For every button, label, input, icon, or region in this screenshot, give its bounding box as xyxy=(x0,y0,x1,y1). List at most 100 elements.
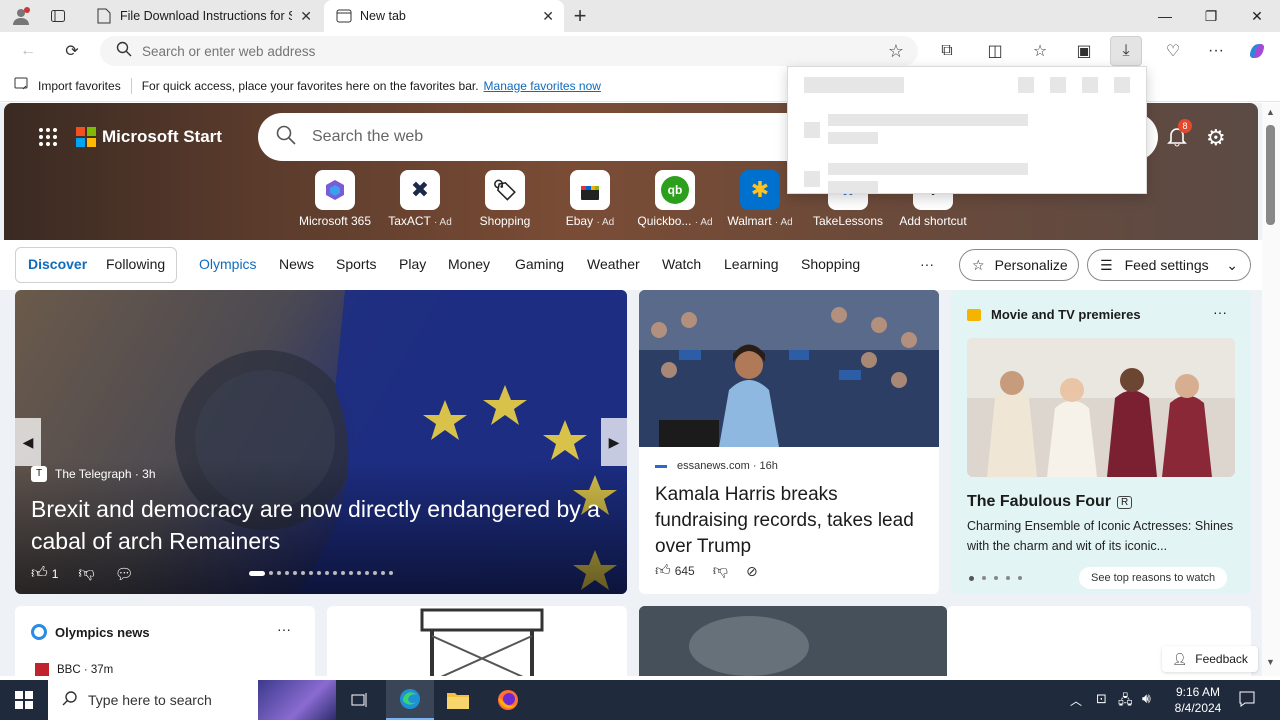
tab-shopping[interactable]: Shopping xyxy=(801,256,860,272)
tab-olympics[interactable]: Olympics xyxy=(199,256,257,272)
edge-taskbar-icon[interactable] xyxy=(386,680,434,720)
quick-link-taxact[interactable]: ✖ TaxACT · Ad xyxy=(377,170,463,228)
carousel-dot[interactable] xyxy=(277,571,281,575)
carousel-dot[interactable] xyxy=(269,571,273,575)
new-tab-button[interactable]: + xyxy=(568,4,592,28)
carousel-dot[interactable] xyxy=(982,576,986,580)
carousel-dot[interactable] xyxy=(325,571,329,575)
address-input[interactable] xyxy=(142,43,842,59)
firefox-icon[interactable] xyxy=(484,680,532,720)
carousel-prev-button[interactable]: ◀ xyxy=(15,418,41,466)
carousel-dot[interactable] xyxy=(373,571,377,575)
comments-disabled-icon[interactable]: ⊘ xyxy=(746,563,758,580)
tab-file-download[interactable]: File Download Instructions for Sa ✕ xyxy=(84,0,322,32)
split-screen-icon[interactable]: ◫ xyxy=(979,36,1011,66)
favorites-icon[interactable]: ☆ xyxy=(1024,36,1056,66)
comment-icon[interactable]: 💬︎ xyxy=(115,565,134,583)
carousel-next-button[interactable]: ▶ xyxy=(601,418,627,466)
downloads-icon[interactable]: ⤓ xyxy=(1110,36,1142,66)
tab-discover[interactable]: Discover xyxy=(28,256,87,272)
minimize-button[interactable]: — xyxy=(1142,0,1188,32)
movie-title[interactable]: The Fabulous Four xyxy=(967,493,1111,511)
back-button[interactable]: ← xyxy=(12,36,44,66)
carousel-dot[interactable] xyxy=(285,571,289,575)
microsoft-logo[interactable]: Microsoft Start xyxy=(76,127,222,147)
see-top-reasons-button[interactable]: See top reasons to watch xyxy=(1079,567,1228,589)
image-card[interactable] xyxy=(639,606,947,676)
quick-link-microsoft-365[interactable]: Microsoft 365 xyxy=(292,170,378,228)
tab-following[interactable]: Following xyxy=(106,256,165,272)
start-button[interactable] xyxy=(0,680,48,720)
tray-chevron-icon[interactable]: ︿ xyxy=(1070,692,1082,709)
carousel-dot[interactable] xyxy=(309,571,313,575)
feed-settings-button[interactable]: ☰ Feed settings ⌄ xyxy=(1087,249,1251,281)
dislike-icon[interactable]: 👎︎ xyxy=(78,564,94,583)
quick-link-quickbooks[interactable]: qb Quickbo... · Ad xyxy=(632,170,718,228)
carousel-dot[interactable] xyxy=(357,571,361,575)
apps-launcher-icon[interactable] xyxy=(38,127,58,147)
file-explorer-icon[interactable] xyxy=(434,680,482,720)
clock[interactable]: 9:16 AM 8/4/2024 xyxy=(1166,684,1230,716)
address-bar[interactable]: ☆ xyxy=(100,36,918,66)
restore-button[interactable]: ❐ xyxy=(1188,0,1234,32)
profile-icon[interactable] xyxy=(10,6,32,26)
olympics-news-card[interactable]: Olympics news ··· BBC · 37m xyxy=(15,606,315,676)
carousel-dot[interactable] xyxy=(333,571,337,575)
close-tab-icon[interactable]: ✕ xyxy=(300,8,312,25)
carousel-dot[interactable] xyxy=(994,576,998,580)
quick-link-ebay[interactable]: Ebay · Ad xyxy=(547,170,633,228)
scroll-down-arrow[interactable]: ▼ xyxy=(1266,657,1275,667)
carousel-dot[interactable] xyxy=(1018,576,1022,580)
tab-watch[interactable]: Watch xyxy=(662,256,701,272)
tab-actions-icon[interactable] xyxy=(50,8,70,24)
side-story-title[interactable]: Kamala Harris breaks fundraising records… xyxy=(655,482,925,560)
card-more-options-icon[interactable]: ··· xyxy=(1213,304,1227,320)
tab-play[interactable]: Play xyxy=(399,256,426,272)
notification-center-icon[interactable] xyxy=(1238,690,1256,713)
tab-learning[interactable]: Learning xyxy=(724,256,779,272)
carousel-dot[interactable] xyxy=(389,571,393,575)
quick-link-shopping[interactable]: 🏷 Shopping xyxy=(462,170,548,228)
carousel-dot[interactable] xyxy=(1006,576,1010,580)
scroll-up-arrow[interactable]: ▲ xyxy=(1266,107,1275,117)
main-story-card[interactable]: ◀ ▶ T The Telegraph · 3h Brexit and demo… xyxy=(15,290,627,594)
feedback-button[interactable]: 👤︎ Feedback xyxy=(1162,646,1258,672)
more-tabs-button[interactable]: ··· xyxy=(920,256,934,272)
extensions-icon[interactable]: ⧉ xyxy=(931,36,963,66)
settings-more-icon[interactable]: ··· xyxy=(1200,36,1232,66)
browser-essentials-icon[interactable]: ♡ xyxy=(1157,36,1189,66)
collections-icon[interactable]: ▣ xyxy=(1068,36,1100,66)
main-story-title[interactable]: Brexit and democracy are now directly en… xyxy=(31,493,611,557)
page-settings-icon[interactable]: ⚙ xyxy=(1206,125,1226,151)
tab-news[interactable]: News xyxy=(279,256,314,272)
like-icon[interactable]: 👍︎ xyxy=(655,562,671,580)
carousel-dot[interactable] xyxy=(349,571,353,575)
volume-icon[interactable]: 🔊︎ xyxy=(1142,690,1151,707)
tray-device-icon[interactable]: ⊡ xyxy=(1096,691,1107,707)
copilot-icon[interactable] xyxy=(1241,36,1273,66)
refresh-button[interactable]: ⟳ xyxy=(56,36,88,66)
favorite-star-icon[interactable]: ☆ xyxy=(888,41,904,62)
network-icon[interactable]: 🖧︎ xyxy=(1118,691,1133,713)
carousel-dot[interactable] xyxy=(317,571,321,575)
tab-money[interactable]: Money xyxy=(448,256,490,272)
movie-premieres-card[interactable]: Movie and TV premieres ··· The Fabulous … xyxy=(951,290,1251,594)
ad-card-truss[interactable] xyxy=(327,606,627,676)
card-more-options-icon[interactable]: ··· xyxy=(277,621,291,637)
notifications-icon[interactable]: 8 xyxy=(1166,119,1192,149)
task-view-icon[interactable] xyxy=(336,680,384,720)
manage-favorites-link[interactable]: Manage favorites now xyxy=(484,79,601,93)
close-tab-icon[interactable]: ✕ xyxy=(542,8,554,25)
like-icon[interactable]: 👍︎ xyxy=(31,564,48,583)
scroll-thumb[interactable] xyxy=(1266,125,1275,225)
carousel-dot[interactable] xyxy=(381,571,385,575)
carousel-dot[interactable] xyxy=(341,571,345,575)
carousel-dot[interactable] xyxy=(293,571,297,575)
tab-gaming[interactable]: Gaming xyxy=(515,256,564,272)
dislike-icon[interactable]: 👎︎ xyxy=(713,562,728,580)
page-scrollbar[interactable]: ▲ ▼ xyxy=(1262,103,1280,676)
window-close-button[interactable]: ✕ xyxy=(1234,0,1280,32)
tab-weather[interactable]: Weather xyxy=(587,256,640,272)
carousel-dot[interactable] xyxy=(301,571,305,575)
taskbar-search-box[interactable]: Type here to search xyxy=(48,680,336,720)
